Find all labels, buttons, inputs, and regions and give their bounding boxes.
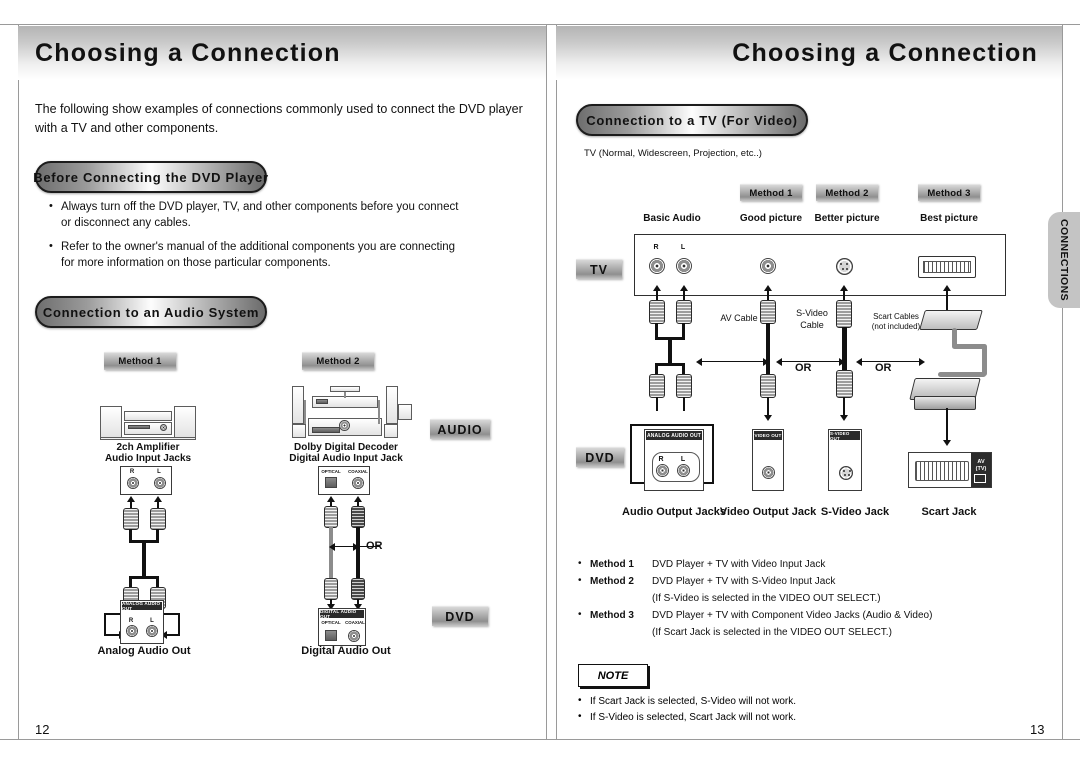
page-border-center-left [546, 24, 547, 739]
caption-audio-output-jacks: Audio Output Jacks [622, 506, 726, 518]
caption-svideo-jack: S-Video Jack [820, 506, 890, 518]
decoder-caption-line2: Digital Audio Input Jack [289, 453, 403, 464]
dvd-video-output-panel: VIDEO OUT [752, 429, 784, 491]
method-row: Method 2DVD Player + TV with S-Video Inp… [578, 572, 1038, 590]
amp-caption-line2: Audio Input Jacks [104, 453, 192, 464]
badge-video-method-3: Method 3 [918, 184, 980, 201]
or-label-left-page: OR [366, 540, 383, 552]
dvd-digital-out-title: DIGITAL AUDIO OUT [320, 609, 364, 619]
av-cable-label: AV Cable [720, 313, 758, 323]
badge-audio: AUDIO [430, 419, 490, 439]
or-label-1: OR [795, 362, 812, 374]
badge-video-method-2: Method 2 [816, 184, 878, 201]
method-row: Method 3DVD Player + TV with Component V… [578, 606, 1038, 624]
amp-caption-line1: 2ch Amplifier [116, 442, 180, 453]
badge-audio-method-1: Method 1 [104, 352, 176, 370]
scart-cable-label-2: (not included) [871, 322, 921, 331]
quality-best-picture: Best picture [920, 213, 978, 224]
amp-input-panel: R L [120, 466, 172, 495]
bullet-item: Refer to the owner's manual of the addit… [48, 239, 468, 271]
folio-right: 13 [1030, 722, 1045, 737]
dvd-svideo-output-panel: S-VIDEO OUT [828, 429, 862, 491]
badge-audio-method-2: Method 2 [302, 352, 374, 370]
manual-spread: Choosing a Connection The following show… [0, 0, 1080, 763]
quality-good-picture: Good picture [739, 213, 803, 224]
heading-audio-system-label: Connection to an Audio System [42, 304, 260, 320]
note-item: If Scart Jack is selected, S-Video will … [578, 693, 1038, 710]
folio-left: 12 [35, 722, 50, 737]
heading-audio-system: Connection to an Audio System [35, 296, 267, 328]
dvd-analog-out-title: ANALOG AUDIO OUT [122, 601, 162, 611]
tv-types-caption: TV (Normal, Widescreen, Projection, etc.… [584, 148, 762, 159]
caption-scart-jack: Scart Jack [921, 506, 977, 518]
heading-tv-connection-label: Connection to a TV (For Video) [586, 112, 798, 128]
analog-audio-out-caption: Analog Audio Out [97, 645, 191, 657]
dvd-analog-out-panel: ANALOG AUDIO OUT R L [120, 600, 164, 644]
intro-paragraph: The following show examples of connectio… [35, 102, 523, 135]
right-page-title: Choosing a Connection [732, 39, 1038, 67]
note-item: If S-Video is selected, Scart Jack will … [578, 709, 1038, 726]
dvd-svideo-out-title: S-VIDEO OUT [830, 431, 860, 441]
decoder-input-panel: OPTICAL COAXIAL [318, 466, 370, 495]
svideo-cable-label-2: Cable [800, 320, 824, 330]
side-tab-connections: CONNECTIONS [1048, 212, 1080, 308]
scart-cable-label-1: Scart Cables [873, 312, 919, 321]
note-badge: NOTE [578, 664, 648, 687]
before-connecting-bullets: Always turn off the DVD player, TV, and … [48, 199, 468, 280]
dvd-digital-out-panel: DIGITAL AUDIO OUT OPTICAL COAXIAL [318, 608, 366, 646]
left-page-header: Choosing a Connection [18, 26, 546, 80]
note-list: If Scart Jack is selected, S-Video will … [578, 693, 1038, 726]
caption-video-output-jack: Video Output Jack [719, 506, 817, 518]
right-page-header: Choosing a Connection [556, 26, 1062, 80]
page-border-center-right [556, 24, 557, 739]
decoder-caption-line1: Dolby Digital Decoder [294, 442, 398, 453]
side-tab-label: CONNECTIONS [1058, 219, 1070, 301]
method-description-list: Method 1DVD Player + TV with Video Input… [578, 555, 1038, 641]
page-border-right [1062, 24, 1063, 739]
badge-video-method-1: Method 1 [740, 184, 802, 201]
badge-dvd-left: DVD [432, 606, 488, 626]
page-border-left [18, 24, 19, 739]
quality-basic-audio: Basic Audio [643, 213, 701, 224]
heading-before-connecting: Before Connecting the DVD Player [33, 161, 269, 193]
bullet-item: Always turn off the DVD player, TV, and … [48, 199, 468, 231]
page-border-top [0, 24, 1080, 25]
dvd-analog-output-panel: ANALOG AUDIO OUT R L [644, 429, 704, 491]
heading-tv-connection: Connection to a TV (For Video) [576, 104, 808, 136]
heading-before-connecting-label: Before Connecting the DVD Player [33, 169, 269, 185]
method-subnote: (If S-Video is selected in the VIDEO OUT… [652, 593, 881, 604]
or-label-2: OR [875, 362, 892, 374]
dvd-scart-output-panel: AV (TV) [908, 452, 992, 488]
badge-dvd-right: DVD [576, 447, 624, 467]
quality-better-picture: Better picture [814, 213, 880, 224]
method-row: Method 1DVD Player + TV with Video Input… [578, 555, 1038, 573]
page-border-bottom [0, 739, 1080, 740]
digital-audio-out-caption: Digital Audio Out [301, 645, 391, 657]
dvd-video-out-title: VIDEO OUT [754, 431, 782, 440]
dvd-analog-out-title-right: ANALOG AUDIO OUT [646, 431, 702, 440]
left-page-title: Choosing a Connection [35, 39, 341, 67]
badge-tv: TV [576, 259, 622, 279]
method-subnote: (If Scart Jack is selected in the VIDEO … [652, 627, 892, 638]
svideo-cable-label-1: S-Video [796, 308, 828, 318]
